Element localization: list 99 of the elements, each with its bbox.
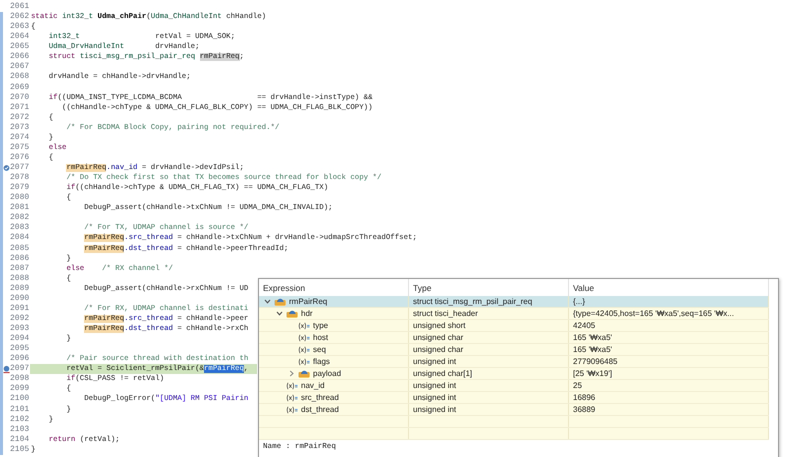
line-number: 2083	[10, 223, 30, 234]
expression-name: rmPairReq	[288, 297, 328, 306]
line-number: 2061	[10, 2, 30, 12]
line-number: 2097	[10, 364, 30, 374]
value-cell: 25	[569, 380, 769, 391]
variable-icon	[298, 334, 310, 342]
line-number: 2099	[10, 384, 30, 394]
variable-icon	[298, 346, 310, 354]
value-cell: 165 '₩xa5'	[569, 344, 769, 355]
tree-row[interactable]: payload unsigned char[1] [25 '₩x19']	[259, 368, 769, 380]
type-cell: unsigned char	[409, 332, 569, 343]
line-number: 2071	[10, 102, 30, 113]
type-cell: unsigned int	[409, 392, 569, 403]
variable-icon	[298, 358, 310, 366]
type-cell: struct tisci_header	[409, 308, 569, 319]
line-number: 2068	[10, 72, 30, 82]
line-number: 2104	[10, 434, 30, 445]
type-cell: unsigned char[1]	[409, 368, 569, 379]
line-number: 2063	[10, 22, 30, 32]
expression-name: nav_id	[300, 381, 325, 390]
line-number: 2085	[10, 244, 30, 254]
type-cell: unsigned char	[409, 344, 569, 355]
type-cell: unsigned short	[409, 320, 569, 331]
line-number: 2089	[10, 284, 30, 294]
line-number: 2080	[10, 193, 30, 204]
type-cell: unsigned int	[409, 404, 569, 415]
expression-name: host	[312, 333, 328, 342]
line-number: 2081	[10, 203, 30, 214]
line-number: 2069	[10, 82, 30, 93]
line-number: 2095	[10, 344, 30, 354]
variable-icon	[298, 322, 310, 330]
value-cell: 36889	[569, 404, 769, 415]
type-cell: unsigned int	[409, 356, 569, 367]
line-number: 2088	[10, 274, 30, 284]
line-number: 2103	[10, 424, 30, 435]
line-number: 2075	[10, 142, 30, 153]
line-number: 2082	[10, 213, 30, 224]
type-cell: struct tisci_msg_rm_psil_pair_req	[409, 296, 569, 307]
expression-name: seq	[312, 345, 326, 354]
line-number: 2074	[10, 132, 30, 143]
variable-icon	[286, 394, 298, 402]
tree-row[interactable]: rmPairReq struct tisci_msg_rm_psil_pair_req {...}	[259, 296, 769, 308]
line-number: 2098	[10, 374, 30, 384]
line-number: 2073	[10, 122, 30, 133]
line-number: 2079	[10, 183, 30, 194]
tree-row[interactable]: src_thread unsigned int 16896	[259, 392, 769, 404]
line-number: 2091	[10, 304, 30, 314]
line-number: 2096	[10, 354, 30, 364]
line-number: 2066	[10, 52, 30, 62]
line-number: 2065	[10, 42, 30, 52]
breakpoint-icon[interactable]	[3, 164, 10, 172]
expression-name: dst_thread	[300, 405, 339, 414]
line-number: 2084	[10, 233, 30, 244]
expression-name: src_thread	[300, 393, 339, 402]
value-cell: 42405	[569, 320, 769, 331]
line-number: 2102	[10, 414, 30, 425]
chevron-icon[interactable]	[263, 297, 272, 306]
line-number: 2078	[10, 173, 30, 184]
value-cell: 165 '₩xa5'	[569, 332, 769, 343]
value-cell: [25 '₩x19']	[569, 368, 769, 379]
line-number: 2067	[10, 62, 30, 72]
variable-icon	[286, 406, 298, 414]
line-number: 2076	[10, 152, 30, 163]
line-number: 2086	[10, 254, 30, 264]
line-number: 2094	[10, 334, 30, 344]
value-cell: {type=42405,host=165 '₩xa5',seq=165 '₩x...	[569, 308, 769, 319]
expression-name: flags	[312, 357, 330, 366]
line-number: 2072	[10, 112, 30, 123]
folder-icon	[286, 309, 298, 318]
line-number: 2062	[10, 12, 30, 22]
expression-name: hdr	[300, 309, 313, 318]
folder-icon	[298, 369, 310, 378]
value-cell: 2779096485	[569, 356, 769, 367]
tree-row[interactable]: dst_thread unsigned int 36889	[259, 404, 769, 416]
type-cell: unsigned int	[409, 380, 569, 391]
tree-row[interactable]: seq unsigned char 165 '₩xa5'	[259, 344, 769, 356]
chevron-icon[interactable]	[287, 369, 296, 378]
line-number: 2101	[10, 404, 30, 415]
tree-row[interactable]: type unsigned short 42405	[259, 320, 769, 332]
chevron-icon[interactable]	[275, 309, 284, 318]
line-number: 2090	[10, 294, 30, 304]
line-number: 2087	[10, 264, 30, 274]
line-number: 2105	[10, 444, 30, 455]
tree-row[interactable]: hdr struct tisci_header {type=42405,host=165 '₩xa5',seq=165 '₩x...	[259, 308, 769, 320]
tree-row[interactable]: host unsigned char 165 '₩xa5'	[259, 332, 769, 344]
line-number: 2092	[10, 314, 30, 324]
line-number: 2070	[10, 92, 30, 103]
folder-icon	[274, 297, 286, 306]
line-number: 2064	[10, 32, 30, 42]
tree-row[interactable]: flags unsigned int 2779096485	[259, 356, 769, 368]
variable-icon	[286, 382, 298, 390]
value-cell: 16896	[569, 392, 769, 403]
line-number: 2100	[10, 394, 30, 404]
value-cell: {...}	[569, 296, 769, 307]
expression-name: type	[312, 321, 328, 330]
tree-row[interactable]: nav_id unsigned int 25	[259, 380, 769, 392]
expression-name: payload	[312, 369, 342, 378]
line-number: 2077	[10, 163, 30, 174]
line-number: 2093	[10, 324, 30, 334]
